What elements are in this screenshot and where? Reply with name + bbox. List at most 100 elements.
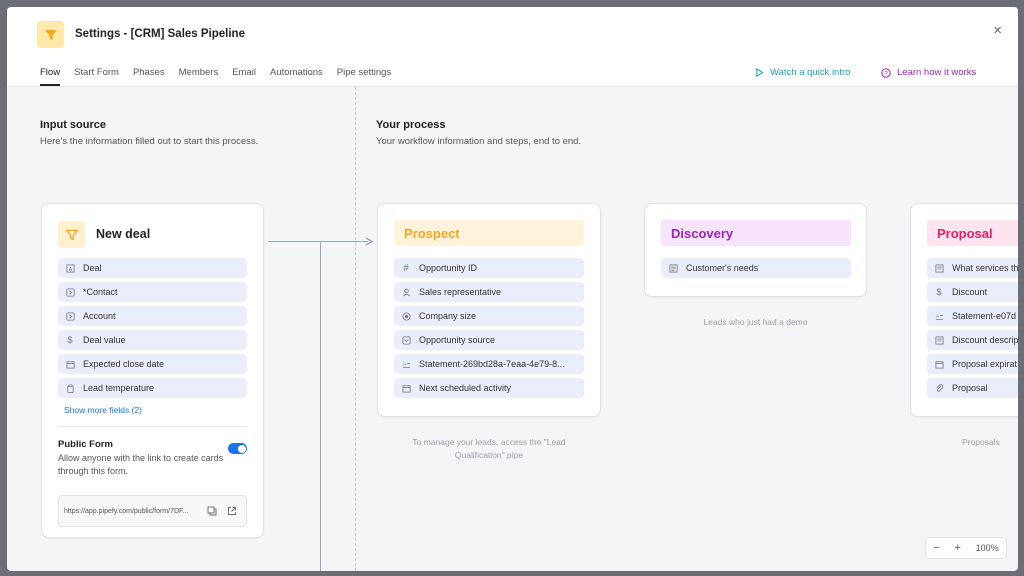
field-label: Statement-e07d xyxy=(952,311,1017,321)
text-area-icon xyxy=(668,263,678,273)
tab-phases[interactable]: Phases xyxy=(133,67,165,86)
user-icon xyxy=(401,287,411,297)
field-label: Company size xyxy=(419,311,477,321)
card-divider xyxy=(58,426,247,427)
modal-title: Settings - [CRM] Sales Pipeline xyxy=(75,28,245,40)
phase-title-proposal: Proposal xyxy=(927,220,1018,246)
field-label: What services th xyxy=(952,263,1018,273)
field-label: Deal value xyxy=(83,335,126,345)
input-source-subtitle: Here's the information filled out to sta… xyxy=(40,136,259,147)
start-form-funnel-icon xyxy=(58,221,85,248)
calendar-icon xyxy=(65,359,75,369)
svg-text:A: A xyxy=(68,266,72,272)
field-label: Opportunity ID xyxy=(419,263,478,273)
learn-how-link[interactable]: ? Learn how it works xyxy=(881,67,976,78)
close-icon[interactable]: × xyxy=(993,22,1002,39)
phase-field[interactable]: # Opportunity ID xyxy=(394,258,584,278)
public-form-url: https://app.pipefy.com/public/form/7DF..… xyxy=(64,507,189,515)
statement-icon: A xyxy=(401,359,411,369)
dollar-icon: $ xyxy=(936,287,942,297)
start-field-contact[interactable]: *Contact xyxy=(58,282,247,302)
start-field-deal[interactable]: A Deal xyxy=(58,258,247,278)
copy-icon[interactable] xyxy=(207,506,217,518)
phase-field[interactable]: Proposal xyxy=(927,378,1018,398)
dropdown-icon xyxy=(401,335,411,345)
tab-email[interactable]: Email xyxy=(232,67,256,86)
phase-title-prospect: Prospect xyxy=(394,220,584,246)
calendar-icon xyxy=(934,359,944,369)
settings-modal: Settings - [CRM] Sales Pipeline × Flow S… xyxy=(7,7,1018,571)
phase-field[interactable]: Discount descrip xyxy=(927,330,1018,350)
start-form-title: New deal xyxy=(96,227,151,241)
phase-card-proposal[interactable]: Proposal What services th $ Discount A S… xyxy=(910,203,1018,417)
start-form-card[interactable]: New deal A Deal *Contact Account $ Deal … xyxy=(41,203,264,538)
phase-field[interactable]: Company size xyxy=(394,306,584,326)
text-area-icon xyxy=(934,335,944,345)
start-field-close-date[interactable]: Expected close date xyxy=(58,354,247,374)
phase-field[interactable]: Customer's needs xyxy=(661,258,851,278)
field-label: Lead temperature xyxy=(83,383,155,393)
watch-intro-link[interactable]: Watch a quick intro xyxy=(755,67,850,78)
phase-field[interactable]: Next scheduled activity xyxy=(394,378,584,398)
phase-field[interactable]: A Statement-e07d xyxy=(927,306,1018,326)
zoom-out-button[interactable]: − xyxy=(933,542,939,554)
learn-how-label: Learn how it works xyxy=(897,67,977,78)
phase-field[interactable]: Proposal expirat xyxy=(927,354,1018,374)
phase-field[interactable]: Sales representative xyxy=(394,282,584,302)
caption-line-1: Leads who just had a demo xyxy=(703,317,808,327)
pipe-funnel-icon xyxy=(37,21,64,48)
process-title: Your process xyxy=(376,119,446,131)
tab-automations[interactable]: Automations xyxy=(270,67,323,86)
phase-caption-proposal: Proposals xyxy=(962,436,1000,449)
phase-field[interactable]: Opportunity source xyxy=(394,330,584,350)
external-link-icon[interactable] xyxy=(227,506,237,518)
phase-caption-prospect: To manage your leads, access the "Lead Q… xyxy=(377,436,601,462)
clipboard-icon xyxy=(65,383,75,393)
input-source-title: Input source xyxy=(40,119,107,131)
tab-start-form[interactable]: Start Form xyxy=(74,67,119,86)
arrow-head-icon xyxy=(365,237,374,246)
show-more-fields-link[interactable]: Show more fields (2) xyxy=(64,405,142,415)
caption-line-1: To manage your leads, access the "Lead xyxy=(412,437,566,447)
phase-field[interactable]: What services th xyxy=(927,258,1018,278)
caption-line-2: Qualification" pipe xyxy=(454,450,524,460)
zoom-in-button[interactable]: + xyxy=(954,542,960,554)
zoom-control: − + 100% xyxy=(925,537,1007,559)
flow-connector xyxy=(268,241,368,242)
field-label: Opportunity source xyxy=(419,335,496,345)
phase-card-discovery[interactable]: Discovery Customer's needs xyxy=(644,203,867,297)
connection-icon xyxy=(65,311,75,321)
start-field-lead-temp[interactable]: Lead temperature xyxy=(58,378,247,398)
phase-field[interactable]: A Statement-269bd28a-7eaa-4e79-8... xyxy=(394,354,584,374)
public-form-desc-2: through this form. xyxy=(58,466,129,476)
text-area-icon xyxy=(934,263,944,273)
section-divider xyxy=(355,87,356,571)
statement-icon: A xyxy=(934,311,944,321)
svg-text:A: A xyxy=(402,361,406,367)
start-field-deal-value[interactable]: $ Deal value xyxy=(58,330,247,350)
tab-pipe-settings[interactable]: Pipe settings xyxy=(337,67,391,86)
help-circle-icon: ? xyxy=(881,67,891,78)
start-field-account[interactable]: Account xyxy=(58,306,247,326)
tab-flow[interactable]: Flow xyxy=(40,67,61,86)
tab-members[interactable]: Members xyxy=(179,67,219,86)
text-field-icon: A xyxy=(65,263,75,273)
public-form-title: Public Form xyxy=(58,439,113,450)
field-label: Deal xyxy=(83,263,102,273)
public-form-url-box: https://app.pipefy.com/public/form/7DF..… xyxy=(58,495,247,527)
caption-line-1: Proposals xyxy=(962,437,1000,447)
attachment-icon xyxy=(934,383,944,393)
field-label: Account xyxy=(83,311,116,321)
calendar-icon xyxy=(401,383,411,393)
field-label: Statement-269bd28a-7eaa-4e79-8... xyxy=(419,359,565,369)
public-form-toggle[interactable] xyxy=(228,443,247,454)
field-label: Customer's needs xyxy=(686,263,759,273)
field-label: Proposal xyxy=(952,383,988,393)
watch-intro-label: Watch a quick intro xyxy=(770,67,851,78)
phase-field[interactable]: $ Discount xyxy=(927,282,1018,302)
dollar-icon: $ xyxy=(67,335,73,345)
hash-icon: # xyxy=(403,262,409,274)
field-label: *Contact xyxy=(83,287,118,297)
phase-card-prospect[interactable]: Prospect # Opportunity ID Sales represen… xyxy=(377,203,601,417)
process-subtitle: Your workflow information and steps, end… xyxy=(376,136,582,147)
